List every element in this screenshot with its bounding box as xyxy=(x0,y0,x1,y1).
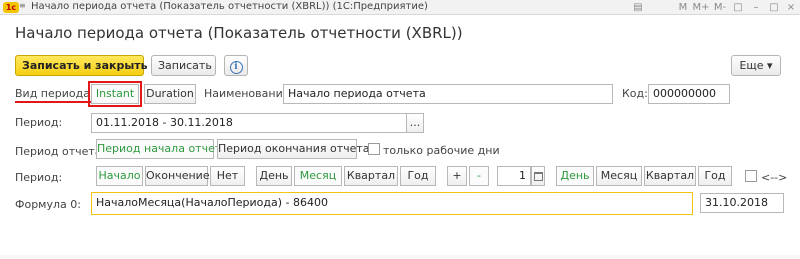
unit2-year[interactable]: Год xyxy=(698,166,732,186)
unit2-month[interactable]: Месяц xyxy=(596,166,642,186)
report-period-end[interactable]: Период окончания отчета xyxy=(217,139,370,159)
save-button[interactable]: Записать xyxy=(151,55,216,76)
period-label: Период: xyxy=(15,116,63,129)
arrows-checkbox[interactable] xyxy=(745,170,757,182)
calculator-button[interactable] xyxy=(531,166,545,186)
more-button[interactable]: Еще ▾ xyxy=(731,55,781,76)
period-field[interactable]: 01.11.2018 - 30.11.2018 xyxy=(91,113,407,133)
period-kind-duration[interactable]: Duration xyxy=(144,84,196,104)
unit2-day[interactable]: День xyxy=(556,166,594,186)
minus-button[interactable]: - xyxy=(469,166,489,186)
name-field[interactable]: Начало периода отчета xyxy=(283,84,613,104)
window-titlebar: 1c ≡ Начало периода отчета (Показатель о… xyxy=(0,0,800,15)
period-kind-instant[interactable]: Instant xyxy=(91,84,139,104)
formula-label: Формула 0: xyxy=(15,198,81,211)
save-and-close-button[interactable]: Записать и закрыть xyxy=(15,55,148,76)
window-list-icon[interactable]: □ xyxy=(731,1,745,14)
memory-plus-icon[interactable]: M+ xyxy=(692,1,710,14)
info-button[interactable]: i xyxy=(224,55,248,76)
unit-year[interactable]: Год xyxy=(400,166,436,186)
unit-month[interactable]: Месяц xyxy=(294,166,342,186)
info-icon: i xyxy=(229,61,243,74)
memory-icon[interactable]: M xyxy=(676,1,690,14)
period2-label: Период: xyxy=(15,171,63,184)
name-label: Наименование: xyxy=(204,87,294,100)
formula-field[interactable]: НачалоМесяца(НачалоПериода) - 86400 xyxy=(91,192,693,215)
unit2-quarter[interactable]: Квартал xyxy=(644,166,696,186)
period2-end[interactable]: Окончение xyxy=(145,166,210,186)
period2-start[interactable]: Начало xyxy=(96,166,143,186)
window-title: Начало периода отчета (Показатель отчетн… xyxy=(31,1,428,12)
code-label: Код: xyxy=(622,87,648,100)
report-period-start[interactable]: Период начала отчета xyxy=(96,139,228,159)
report-period-label: Период отчета: xyxy=(15,145,106,158)
period2-none[interactable]: Нет xyxy=(210,166,245,186)
plus-button[interactable]: + xyxy=(447,166,467,186)
minimize-icon[interactable]: – xyxy=(749,1,763,14)
unit-quarter[interactable]: Квартал xyxy=(344,166,398,186)
formula-result-field: 31.10.2018 xyxy=(700,193,784,213)
period-kind-label: Вид периода: xyxy=(15,87,94,103)
workdays-checkbox[interactable] xyxy=(368,143,380,155)
app-logo-icon[interactable]: 1c xyxy=(3,2,19,13)
panel-icon[interactable]: ▤ xyxy=(631,1,645,14)
calculator-icon xyxy=(533,172,543,181)
memory-minus-icon[interactable]: M- xyxy=(712,1,728,14)
unit-day[interactable]: День xyxy=(256,166,292,186)
code-field[interactable]: 000000000 xyxy=(648,84,730,104)
workdays-label: только рабочие дни xyxy=(383,144,500,157)
period-picker-button[interactable]: ... xyxy=(406,113,424,133)
close-icon[interactable]: × xyxy=(784,1,798,14)
footer-bar xyxy=(0,255,800,259)
arrows-label: <--> xyxy=(761,171,788,184)
maximize-icon[interactable]: □ xyxy=(767,1,781,14)
app-menu-icon[interactable]: ≡ xyxy=(19,1,26,10)
page-title: Начало периода отчета (Показатель отчетн… xyxy=(15,24,463,42)
count-field[interactable]: 1 xyxy=(497,166,531,186)
